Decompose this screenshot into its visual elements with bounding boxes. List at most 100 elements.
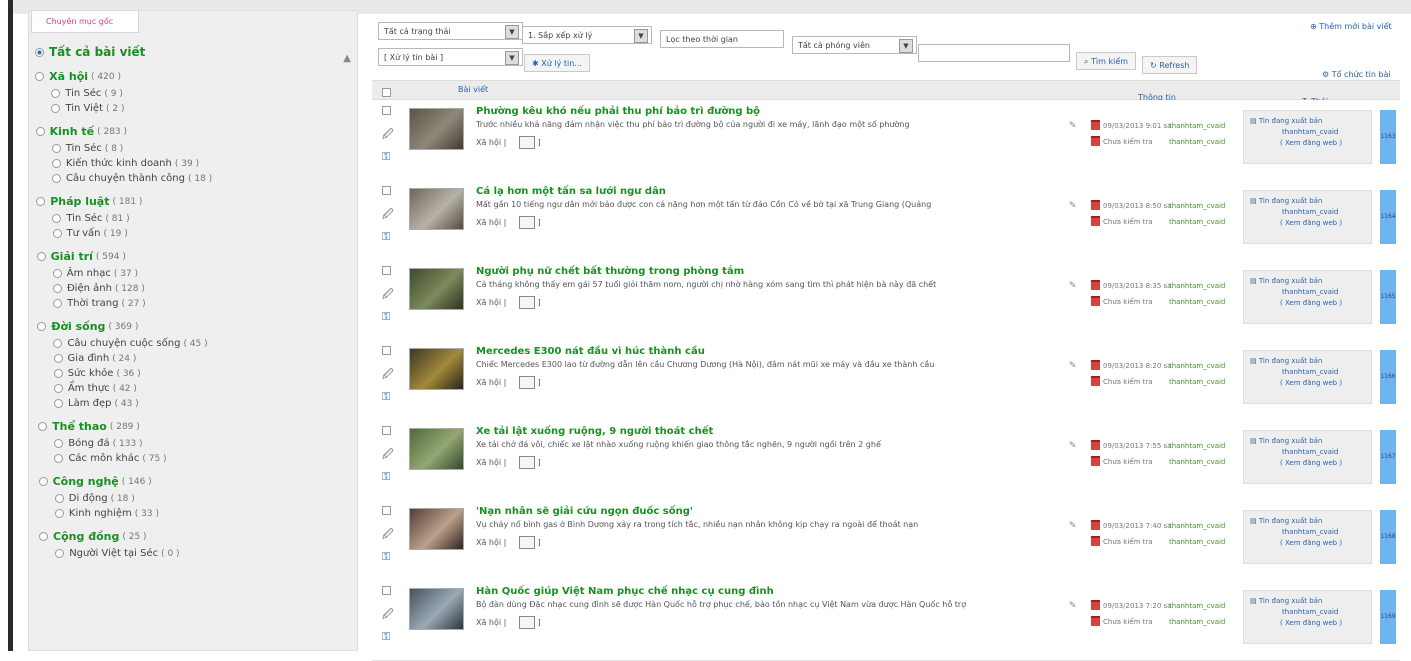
edit-icon[interactable]: ✎ [1069,281,1077,291]
category-item[interactable]: Thể thao( 289 ) [38,420,140,433]
category-item[interactable]: Thời trang( 27 ) [37,298,146,309]
view-web-link[interactable]: ( Xem đăng web ) [1250,459,1367,467]
attachment-icon[interactable]: 🖉 [382,126,394,145]
article-title[interactable]: Xe tải lật xuống ruộng, 9 người thoát ch… [476,426,713,437]
category-radio[interactable] [35,72,45,81]
refresh-button[interactable]: ↻ Refresh [1142,56,1198,74]
view-web-link[interactable]: ( Xem đăng web ) [1250,299,1367,307]
attachment-icon[interactable]: 🖉 [382,366,394,385]
category-radio[interactable] [37,322,47,331]
select-all-checkbox[interactable] [382,88,391,97]
category-item[interactable]: Câu chuyện thành công( 18 ) [36,173,212,184]
article-thumbnail[interactable] [409,428,464,470]
category-radio[interactable] [52,229,62,238]
calendar-icon[interactable] [518,616,535,629]
category-item[interactable]: Ẩm thực( 42 ) [38,383,137,394]
edit-icon[interactable]: ✎ [1069,521,1077,531]
category-item[interactable]: Tin Séc( 9 ) [35,88,123,99]
category-item[interactable]: Các môn khác( 75 ) [38,453,167,464]
table-row[interactable]: 🖉 ⚿ Cá lạ hơn một tấn sa lưới ngư dân Mấ… [372,180,1400,261]
article-title[interactable]: Mercedes E300 nát đầu vì húc thành cầu [476,346,705,357]
search-button[interactable]: ⌕ Tìm kiếm [1076,52,1137,70]
category-item[interactable]: Tất cả bài viết [35,45,148,59]
calendar-icon[interactable] [518,536,535,549]
key-icon[interactable]: ⚿ [382,470,390,484]
edit-icon[interactable]: ✎ [1069,441,1077,451]
article-thumbnail[interactable] [409,508,464,550]
calendar-icon[interactable] [518,376,535,389]
article-title[interactable]: 'Nạn nhân sẽ giải cứu ngọn đuốc sống' [476,506,693,517]
category-radio[interactable] [38,477,48,486]
category-item[interactable]: Gia đình( 24 ) [38,353,136,364]
category-item[interactable]: Kinh tế( 283 ) [35,125,127,138]
category-item[interactable]: Công nghệ( 146 ) [38,475,152,488]
category-item[interactable]: Câu chuyện cuộc sống( 45 ) [37,338,208,349]
article-title[interactable]: Người phụ nữ chết bất thường trong phòng… [476,266,744,277]
category-radio[interactable] [35,127,45,136]
category-item[interactable]: Xã hội( 420 ) [35,70,121,83]
key-icon[interactable]: ⚿ [382,150,390,164]
edit-icon[interactable]: ✎ [1069,361,1077,371]
attachment-icon[interactable]: 🖉 [382,526,394,545]
edit-icon[interactable]: ✎ [1069,601,1077,611]
category-radio[interactable] [54,454,64,463]
category-item[interactable]: Kinh nghiệm( 33 ) [39,508,159,519]
table-row[interactable]: 🖉 ⚿ Hàn Quốc giúp Việt Nam phục chế nhạc… [372,580,1400,661]
row-checkbox[interactable] [382,186,391,195]
row-checkbox[interactable] [382,586,391,595]
category-item[interactable]: Di động( 18 ) [39,493,135,504]
key-icon[interactable]: ⚿ [382,230,390,244]
category-radio[interactable] [53,384,63,393]
category-item[interactable]: Cộng đồng( 25 ) [39,530,147,543]
article-title[interactable]: Cá lạ hơn một tấn sa lưới ngư dân [476,186,666,197]
edit-icon[interactable]: ✎ [1069,121,1077,131]
article-thumbnail[interactable] [409,108,464,150]
process-articles-button[interactable]: ✱ Xử lý tin... [524,54,590,72]
category-item[interactable]: Sức khỏe( 36 ) [38,368,141,379]
category-radio[interactable] [35,47,44,57]
calendar-icon[interactable] [518,136,535,149]
calendar-icon[interactable] [518,456,535,469]
article-thumbnail[interactable] [409,188,464,230]
category-item[interactable]: Bóng đá( 133 ) [38,438,143,449]
table-row[interactable]: 🖉 ⚿ Mercedes E300 nát đầu vì húc thành c… [372,340,1400,421]
key-icon[interactable]: ⚿ [382,390,390,404]
category-item[interactable]: Điện ảnh( 128 ) [37,283,145,294]
view-web-link[interactable]: ( Xem đăng web ) [1250,379,1367,387]
article-thumbnail[interactable] [409,588,464,630]
category-radio[interactable] [51,89,61,98]
category-radio[interactable] [51,159,61,168]
row-checkbox[interactable] [382,266,391,275]
organize-articles-button[interactable]: ⚙ Tổ chức tin bài [1322,70,1391,79]
key-icon[interactable]: ⚿ [382,310,390,324]
category-radio[interactable] [52,214,62,223]
category-item[interactable]: Tin Séc( 8 ) [36,143,123,154]
category-radio[interactable] [51,144,61,153]
table-row[interactable]: 🖉 ⚿ Xe tải lật xuống ruộng, 9 người thoá… [372,420,1400,501]
key-icon[interactable]: ⚿ [382,550,390,564]
attachment-icon[interactable]: 🖉 [382,446,394,465]
attachment-icon[interactable]: 🖉 [382,606,394,625]
column-article[interactable]: Bài viết [458,85,488,94]
attachment-icon[interactable]: 🖉 [382,286,394,305]
category-radio[interactable] [53,339,63,348]
row-checkbox[interactable] [382,426,391,435]
status-select[interactable]: Tất cả trạng thái ▼ [378,22,523,40]
calendar-icon[interactable] [518,216,535,229]
article-thumbnail[interactable] [409,268,464,310]
category-item[interactable]: Pháp luật( 181 ) [36,195,142,208]
view-web-link[interactable]: ( Xem đăng web ) [1250,219,1367,227]
category-item[interactable]: Âm nhạc( 37 ) [37,268,138,279]
category-radio[interactable] [52,174,62,183]
category-item[interactable]: Làm đẹp( 43 ) [38,398,139,409]
table-row[interactable]: 🖉 ⚿ Người phụ nữ chết bất thường trong p… [372,260,1400,341]
category-radio[interactable] [51,104,61,113]
category-radio[interactable] [52,284,62,293]
view-web-link[interactable]: ( Xem đăng web ) [1250,539,1367,547]
category-radio[interactable] [36,252,46,261]
calendar-icon[interactable] [518,296,535,309]
time-filter-field[interactable]: Lọc theo thời gian [660,30,784,48]
category-radio[interactable] [36,197,46,206]
category-item[interactable]: Kiến thức kinh doanh( 39 ) [36,158,199,169]
edit-icon[interactable]: ✎ [1069,201,1077,211]
